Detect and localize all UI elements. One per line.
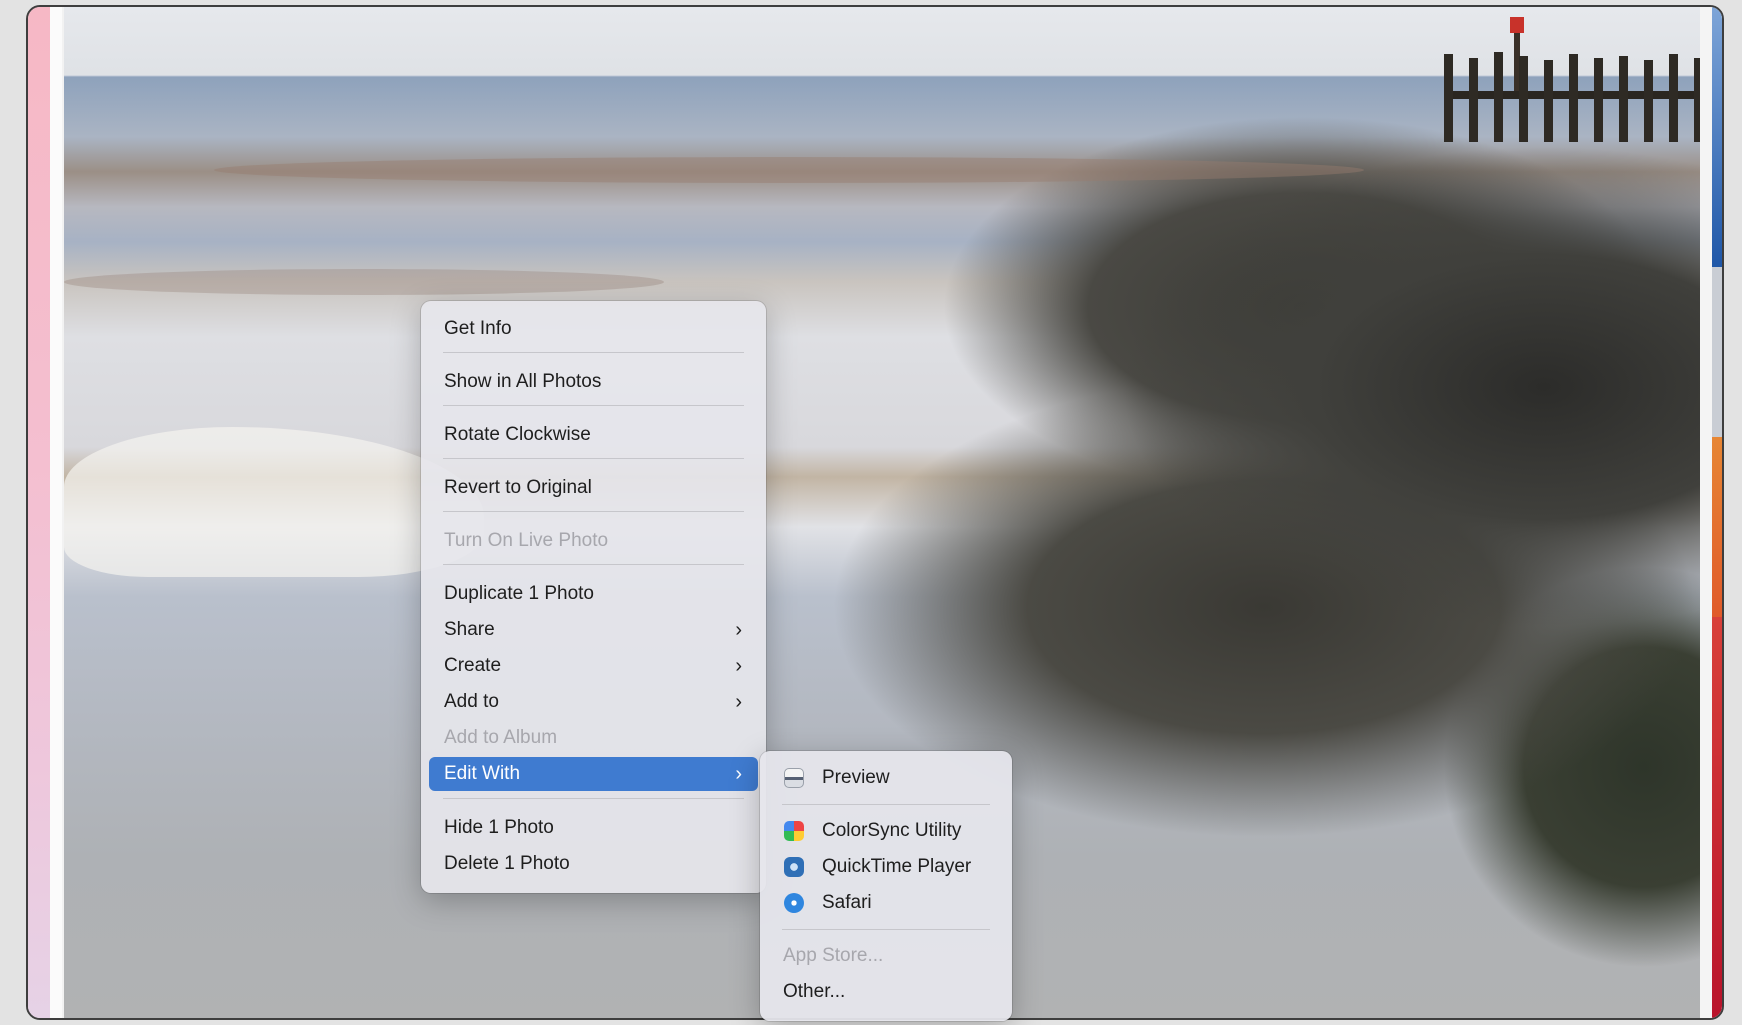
menu-separator <box>443 798 744 799</box>
menu-item-edit-with[interactable]: Edit With › <box>429 757 758 791</box>
menu-item-create[interactable]: Create › <box>429 649 758 683</box>
menu-item-get-info[interactable]: Get Info <box>429 312 758 346</box>
edge-color-band <box>1712 7 1722 267</box>
photo-pier <box>1444 17 1722 142</box>
menu-item-label: Hide 1 Photo <box>444 817 554 838</box>
pier-post <box>1644 60 1653 142</box>
chevron-right-icon: › <box>735 655 742 677</box>
window-left-edge <box>28 7 50 1018</box>
pier-post <box>1469 58 1478 142</box>
menu-item-label: Rotate Clockwise <box>444 424 591 445</box>
chevron-right-icon: › <box>735 691 742 713</box>
submenu-item-label: Preview <box>822 767 890 788</box>
menu-item-label: Add to Album <box>444 727 558 748</box>
menu-item-label: Get Info <box>444 318 512 339</box>
menu-item-add-to[interactable]: Add to › <box>429 685 758 719</box>
submenu-item-label: QuickTime Player <box>822 856 972 877</box>
submenu-item-other[interactable]: Other... <box>768 975 1004 1009</box>
submenu-item-label: App Store... <box>783 945 884 966</box>
pier-post <box>1619 56 1628 142</box>
menu-item-label: Show in All Photos <box>444 371 602 392</box>
menu-item-label: Edit With <box>444 763 521 784</box>
submenu-item-safari[interactable]: Safari <box>768 886 1004 920</box>
edge-color-band <box>1712 267 1722 437</box>
edge-color-band <box>1712 437 1722 617</box>
menu-item-label: Add to <box>444 691 499 712</box>
window-left-gutter <box>50 7 62 1018</box>
menu-item-label: Duplicate 1 Photo <box>444 583 594 604</box>
menu-item-label: Create <box>444 655 502 676</box>
submenu-item-label: ColorSync Utility <box>822 820 962 841</box>
menu-separator <box>443 564 744 565</box>
submenu-item-app-store: App Store... <box>768 939 1004 973</box>
preview-icon <box>784 768 804 788</box>
pier-post <box>1669 54 1678 142</box>
menu-separator <box>443 458 744 459</box>
pier-post <box>1544 60 1553 142</box>
menu-item-revert-to-original[interactable]: Revert to Original <box>429 471 758 505</box>
pier-post <box>1594 58 1603 142</box>
menu-separator <box>782 929 990 930</box>
menu-item-label: Delete 1 Photo <box>444 853 570 874</box>
submenu-item-label: Safari <box>822 892 872 913</box>
menu-item-label: Share <box>444 619 495 640</box>
menu-item-rotate-clockwise[interactable]: Rotate Clockwise <box>429 418 758 452</box>
chevron-right-icon: › <box>735 763 742 785</box>
menu-separator <box>782 804 990 805</box>
menu-item-duplicate-photo[interactable]: Duplicate 1 Photo <box>429 577 758 611</box>
photo-context-menu: Get Info Show in All Photos Rotate Clock… <box>421 301 766 893</box>
menu-item-label: Revert to Original <box>444 477 592 498</box>
menu-separator <box>443 405 744 406</box>
safari-icon <box>784 893 804 913</box>
menu-item-add-to-album: Add to Album <box>429 721 758 755</box>
quicktime-player-icon <box>784 857 804 877</box>
submenu-item-label: Other... <box>783 981 846 1002</box>
menu-item-hide-photo[interactable]: Hide 1 Photo <box>429 811 758 845</box>
menu-item-delete-photo[interactable]: Delete 1 Photo <box>429 847 758 881</box>
pier-post <box>1444 54 1453 142</box>
chevron-right-icon: › <box>735 619 742 641</box>
menu-separator <box>443 352 744 353</box>
pier-post <box>1494 52 1503 142</box>
submenu-item-quicktime-player[interactable]: QuickTime Player <box>768 850 1004 884</box>
colorsync-utility-icon <box>784 821 804 841</box>
menu-item-show-in-all-photos[interactable]: Show in All Photos <box>429 365 758 399</box>
photo-wave <box>64 269 664 295</box>
menu-item-share[interactable]: Share › <box>429 613 758 647</box>
pier-rail <box>1444 91 1722 99</box>
edge-color-band <box>1712 617 1722 1018</box>
menu-separator <box>443 511 744 512</box>
submenu-item-colorsync-utility[interactable]: ColorSync Utility <box>768 814 1004 848</box>
window-right-edge <box>1700 7 1722 1018</box>
pier-post <box>1569 54 1578 142</box>
edit-with-submenu: Preview ColorSync Utility QuickTime Play… <box>760 751 1012 1021</box>
submenu-item-preview[interactable]: Preview <box>768 761 1004 795</box>
menu-item-turn-on-live-photo: Turn On Live Photo <box>429 524 758 558</box>
menu-item-label: Turn On Live Photo <box>444 530 609 551</box>
pier-post <box>1519 56 1528 142</box>
photo-wave <box>214 157 1364 183</box>
